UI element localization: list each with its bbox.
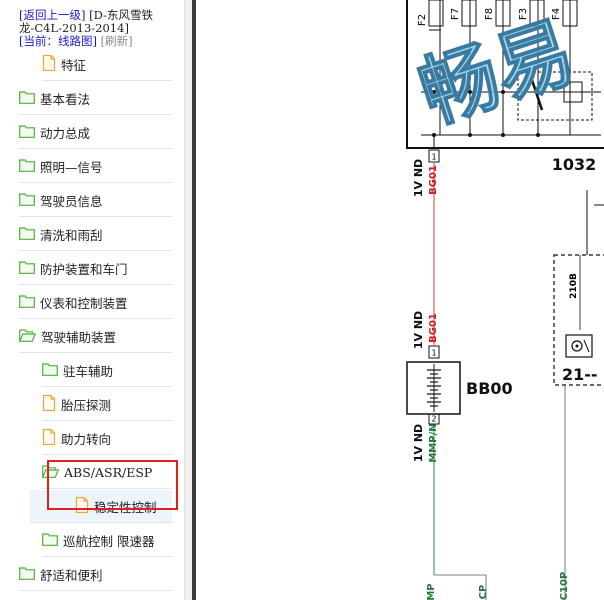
- component-label-1032: 1032: [552, 155, 597, 174]
- ecu-icon: [565, 334, 593, 358]
- tree-item-abs-asr-esp[interactable]: ABS/ASR/ESP: [42, 456, 172, 489]
- bottom-wire-label: CP: [478, 585, 489, 600]
- current-location: [当前：线路图]: [19, 34, 97, 48]
- tree-item-protection-doors[interactable]: 防护装置和车门: [19, 252, 172, 285]
- tree-item-tire-pressure[interactable]: 胎压探测: [42, 388, 172, 421]
- file-icon: [42, 54, 56, 74]
- back-link[interactable]: [返回上一级]: [19, 8, 85, 22]
- vehicle-name-line1: [D-东风雪铁: [89, 8, 153, 22]
- wire-gauge-label: 1V ND: [412, 424, 425, 462]
- folder-icon: [19, 90, 35, 107]
- folder-icon: [19, 158, 35, 175]
- folder-open-icon: [42, 464, 60, 481]
- tree-item-label: 动力总成: [40, 125, 91, 141]
- tree-item-comfort[interactable]: 舒适和便利: [19, 558, 172, 591]
- folder-icon: [42, 362, 58, 379]
- wire-gauge-label: 1V ND: [412, 159, 425, 197]
- wire-code-label: BG01: [428, 165, 439, 195]
- folder-icon: [42, 532, 58, 549]
- wire-code-label: MMP/N: [428, 423, 439, 462]
- tree-item-label: 巡航控制 限速器: [63, 533, 155, 549]
- fuse-label-f8: F8: [484, 8, 495, 20]
- wire-code-label: BG01: [428, 313, 439, 343]
- tree-item-label: 助力转向: [61, 431, 112, 447]
- tree-item-label: 基本看法: [40, 91, 91, 107]
- tree-item-label: 稳定性控制: [94, 499, 157, 515]
- tree-item-label: 特征: [61, 57, 87, 73]
- component-label-bb00: BB00: [466, 379, 513, 398]
- tree-item-label: 驾驶员信息: [40, 193, 103, 209]
- tree-item-label: 驾驶辅助装置: [41, 329, 117, 345]
- tree-item-label: 照明—信号: [40, 159, 103, 175]
- tree-item-stability-control[interactable]: 稳定性控制: [30, 490, 172, 523]
- pin-number: 2: [431, 415, 436, 424]
- wire-code-label: 210B: [569, 273, 579, 299]
- folder-open-icon: [19, 328, 37, 345]
- bottom-wire-label: MP: [426, 583, 437, 600]
- navigation-sidebar: [返回上一级] [D-东风雪铁 龙-C4L-2013-2014] [当前：线路图…: [0, 0, 184, 600]
- fuse-label-f7: F7: [450, 8, 461, 20]
- tree-item-label: 仪表和控制装置: [40, 295, 128, 311]
- file-icon: [75, 496, 89, 516]
- folder-icon: [19, 226, 35, 243]
- pin-number: 1: [431, 349, 436, 358]
- folder-icon: [19, 260, 35, 277]
- bottom-wire-label: C10P: [559, 572, 570, 600]
- tree-item-features[interactable]: 特征: [42, 48, 172, 81]
- tree-item-label: 舒适和便利: [40, 567, 103, 583]
- tree-item-label: 驻车辅助: [63, 363, 114, 379]
- tree-item-label: 防护装置和车门: [40, 261, 128, 277]
- folder-icon: [19, 294, 35, 311]
- wiring-diagram[interactable]: F2 F7 F8 F3 F4 畅易 1032 1 1 2 1V ND BG01 …: [196, 0, 604, 600]
- tree-item-wash-wipe[interactable]: 清洗和雨刮: [19, 218, 172, 251]
- tree-item-lighting-signal[interactable]: 照明—信号: [19, 150, 172, 183]
- fuse-label-f2: F2: [417, 14, 428, 26]
- tree-item-driver-info[interactable]: 驾驶员信息: [19, 184, 172, 217]
- tree-item-label: 清洗和雨刮: [40, 227, 103, 243]
- tree-item-driving-assist[interactable]: 驾驶辅助装置: [19, 320, 172, 353]
- tree-item-parking-assist[interactable]: 驻车辅助: [42, 354, 172, 387]
- nav-header: [返回上一级] [D-东风雪铁 龙-C4L-2013-2014] [当前：线路图…: [19, 9, 184, 48]
- file-icon: [42, 394, 56, 414]
- wire-gauge-label: 1V ND: [412, 311, 425, 349]
- tree-item-label: ABS/ASR/ESP: [64, 464, 153, 480]
- tree-item-label: 胎压探测: [61, 397, 112, 413]
- refresh-link[interactable]: [刷新]: [101, 34, 133, 48]
- tree-item-basic-view[interactable]: 基本看法: [19, 82, 172, 115]
- file-icon: [42, 428, 56, 448]
- component-label-21: 21--: [562, 365, 598, 384]
- folder-icon: [19, 124, 35, 141]
- folder-icon: [19, 192, 35, 209]
- battery-bb00: [406, 361, 461, 415]
- tree-item-instruments-controls[interactable]: 仪表和控制装置: [19, 286, 172, 319]
- pin-number: 1: [431, 153, 436, 162]
- watermark-logo: 畅易: [409, 7, 585, 141]
- vehicle-name-line2: 龙-C4L-2013-2014]: [19, 21, 129, 35]
- folder-icon: [19, 566, 35, 583]
- tree-item-power-steering[interactable]: 助力转向: [42, 422, 172, 455]
- tree-item-cruise-limiter[interactable]: 巡航控制 限速器: [42, 524, 172, 557]
- tree-item-powertrain[interactable]: 动力总成: [19, 116, 172, 149]
